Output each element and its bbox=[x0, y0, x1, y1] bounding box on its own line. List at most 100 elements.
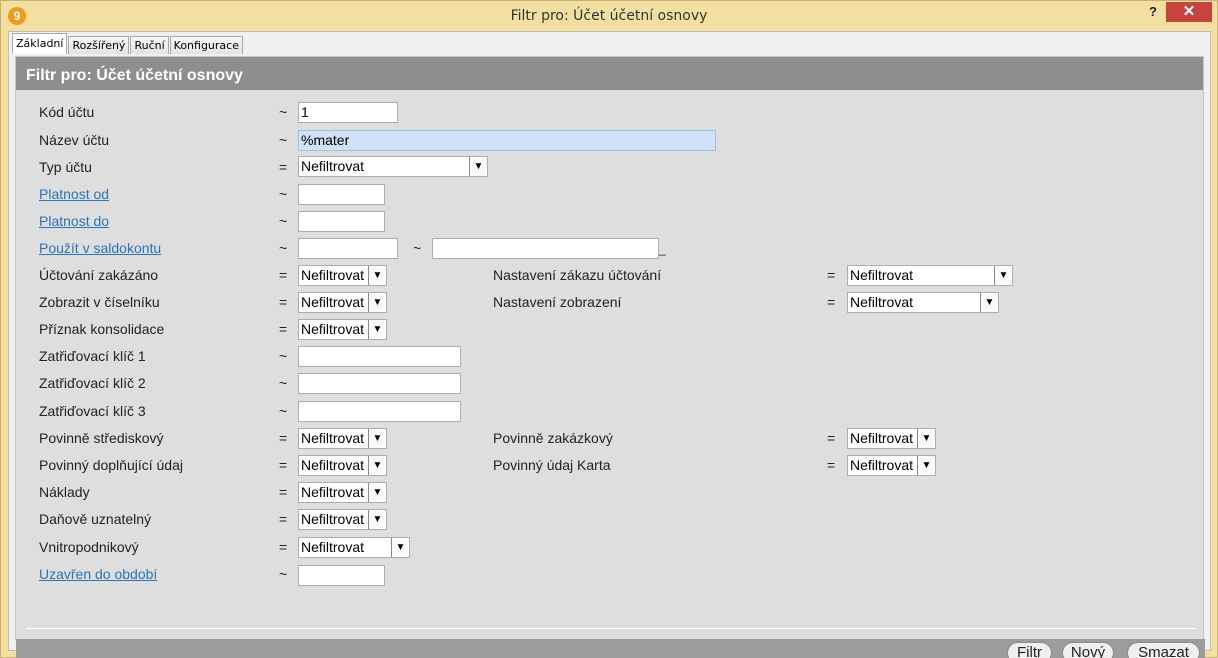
select-typ-uctu-value: Nefiltrovat bbox=[301, 158, 365, 174]
operator-typ-uctu: = bbox=[279, 159, 288, 175]
label-zatridovaci-klic-3: Zatřiďovací klíč 3 bbox=[39, 403, 146, 419]
select-priznak-konsolidace[interactable]: Nefiltrovat bbox=[298, 319, 387, 340]
clear-button[interactable]: Smazat bbox=[1127, 642, 1200, 658]
chevron-down-icon[interactable] bbox=[368, 510, 386, 529]
chevron-down-icon[interactable] bbox=[391, 538, 409, 557]
select-povinny-udaj-karta-value: Nefiltrovat bbox=[850, 457, 914, 473]
label-zobrazit-v-ciselniku: Zobrazit v číselníku bbox=[39, 294, 160, 310]
select-danove-uznatelny-value: Nefiltrovat bbox=[301, 511, 365, 527]
label-nazev-uctu: Název účtu bbox=[39, 132, 110, 148]
title-bar: 9 Filtr pro: Účet účetní osnovy ? ✕ bbox=[1, 1, 1217, 31]
label-povinny-doplnujici-udaj: Povinný doplňující údaj bbox=[39, 457, 183, 473]
label-zatridovaci-klic-2: Zatřiďovací klíč 2 bbox=[39, 375, 146, 391]
operator-povinne-zakazkovy: = bbox=[827, 430, 836, 446]
chevron-down-icon[interactable] bbox=[368, 456, 386, 475]
select-naklady[interactable]: Nefiltrovat bbox=[298, 482, 387, 503]
label-priznak-konsolidace: Příznak konsolidace bbox=[39, 321, 165, 337]
link-pouzit-v-saldokontu[interactable]: Použít v saldokontu bbox=[39, 240, 161, 256]
select-povinne-zakazkovy-value: Nefiltrovat bbox=[850, 430, 914, 446]
link-uzavren-do-obdobi[interactable]: Uzavřen do období bbox=[39, 566, 157, 582]
operator-pouzit-v-saldokontu-2: ~ bbox=[413, 240, 422, 256]
label-povinne-strediskovy: Povinně střediskový bbox=[39, 430, 164, 446]
select-zobrazit-v-ciselniku[interactable]: Nefiltrovat bbox=[298, 292, 387, 313]
label-kod-uctu: Kód účtu bbox=[39, 104, 95, 120]
select-uctovani-zakazano-value: Nefiltrovat bbox=[301, 267, 365, 283]
input-nazev-uctu[interactable]: %mater bbox=[298, 130, 716, 151]
input-zatridovaci-klic-1[interactable] bbox=[298, 346, 461, 367]
lookup-marker[interactable]: _ bbox=[659, 242, 666, 256]
operator-nastaveni-zobrazeni: = bbox=[827, 294, 836, 310]
operator-zatridovaci-klic-2: ~ bbox=[279, 375, 288, 391]
select-povinny-udaj-karta[interactable]: Nefiltrovat bbox=[847, 455, 936, 476]
select-uctovani-zakazano[interactable]: Nefiltrovat bbox=[298, 265, 387, 286]
input-platnost-do[interactable] bbox=[298, 211, 385, 232]
filter-dialog-window: 9 Filtr pro: Účet účetní osnovy ? ✕ Zákl… bbox=[0, 0, 1218, 658]
operator-zobrazit-v-ciselniku: = bbox=[279, 294, 288, 310]
input-kod-uctu[interactable]: 1 bbox=[298, 102, 398, 123]
input-uzavren-do-obdobi[interactable] bbox=[298, 565, 385, 586]
operator-vnitropodnikovy: = bbox=[279, 539, 288, 555]
select-priznak-konsolidace-value: Nefiltrovat bbox=[301, 321, 365, 337]
label-povinne-zakazkovy: Povinně zakázkový bbox=[493, 430, 613, 446]
chevron-down-icon[interactable] bbox=[368, 266, 386, 285]
label-uctovani-zakazano: Účtování zakázáno bbox=[39, 267, 159, 283]
operator-povinny-udaj-karta: = bbox=[827, 457, 836, 473]
select-povinne-zakazkovy[interactable]: Nefiltrovat bbox=[847, 428, 936, 449]
label-vnitropodnikovy: Vnitropodnikový bbox=[39, 539, 139, 555]
select-danove-uznatelny[interactable]: Nefiltrovat bbox=[298, 509, 387, 530]
operator-danove-uznatelny: = bbox=[279, 511, 288, 527]
select-typ-uctu[interactable]: Nefiltrovat bbox=[298, 156, 488, 177]
operator-pouzit-v-saldokontu: ~ bbox=[279, 240, 288, 256]
link-platnost-od[interactable]: Platnost od bbox=[39, 186, 109, 202]
label-typ-uctu: Typ účtu bbox=[39, 159, 92, 175]
tab-bar: Základní Rozšířený Ruční Konfigurace bbox=[12, 33, 244, 54]
dialog-client-area: Základní Rozšířený Ruční Konfigurace Fil… bbox=[8, 31, 1211, 658]
select-vnitropodnikovy[interactable]: Nefiltrovat bbox=[298, 537, 410, 558]
select-nastaveni-zakazu-uctovani-value: Nefiltrovat bbox=[850, 267, 914, 283]
operator-povinny-doplnujici-udaj: = bbox=[279, 457, 288, 473]
chevron-down-icon[interactable] bbox=[917, 456, 935, 475]
chevron-down-icon[interactable] bbox=[368, 320, 386, 339]
divider bbox=[26, 628, 1195, 629]
operator-platnost-do: ~ bbox=[279, 213, 288, 229]
select-povinny-doplnujici-udaj[interactable]: Nefiltrovat bbox=[298, 455, 387, 476]
operator-nazev-uctu: ~ bbox=[279, 132, 288, 148]
input-pouzit-v-saldokontu-to[interactable] bbox=[432, 238, 659, 259]
select-povinne-strediskovy-value: Nefiltrovat bbox=[301, 430, 365, 446]
operator-povinne-strediskovy: = bbox=[279, 430, 288, 446]
tab-rozsireny[interactable]: Rozšířený bbox=[68, 36, 130, 54]
operator-uctovani-zakazano: = bbox=[279, 267, 288, 283]
filter-button[interactable]: Filtr bbox=[1007, 642, 1052, 658]
chevron-down-icon[interactable] bbox=[368, 483, 386, 502]
chevron-down-icon[interactable] bbox=[368, 293, 386, 312]
input-platnost-od[interactable] bbox=[298, 184, 385, 205]
link-platnost-do[interactable]: Platnost do bbox=[39, 213, 109, 229]
label-nastaveni-zobrazeni: Nastavení zobrazení bbox=[493, 294, 622, 310]
input-zatridovaci-klic-3[interactable] bbox=[298, 401, 461, 422]
select-nastaveni-zakazu-uctovani[interactable]: Nefiltrovat bbox=[847, 265, 1013, 286]
label-naklady: Náklady bbox=[39, 484, 90, 500]
chevron-down-icon[interactable] bbox=[469, 157, 487, 176]
select-nastaveni-zobrazeni-value: Nefiltrovat bbox=[850, 294, 914, 310]
tab-zakladni[interactable]: Základní bbox=[12, 33, 68, 54]
chevron-down-icon[interactable] bbox=[368, 429, 386, 448]
input-pouzit-v-saldokontu-from[interactable] bbox=[298, 238, 398, 259]
select-naklady-value: Nefiltrovat bbox=[301, 484, 365, 500]
label-povinny-udaj-karta: Povinný údaj Karta bbox=[493, 457, 611, 473]
close-button[interactable]: ✕ bbox=[1166, 2, 1212, 22]
operator-naklady: = bbox=[279, 484, 288, 500]
chevron-down-icon[interactable] bbox=[917, 429, 935, 448]
tab-konfigurace[interactable]: Konfigurace bbox=[169, 36, 243, 54]
select-vnitropodnikovy-value: Nefiltrovat bbox=[301, 539, 365, 555]
chevron-down-icon[interactable] bbox=[994, 266, 1012, 285]
select-nastaveni-zobrazeni[interactable]: Nefiltrovat bbox=[847, 292, 999, 313]
panel-title: Filtr pro: Účet účetní osnovy bbox=[16, 57, 1203, 90]
new-button[interactable]: Nový bbox=[1062, 642, 1114, 658]
input-zatridovaci-klic-2[interactable] bbox=[298, 373, 461, 394]
tab-rucni[interactable]: Ruční bbox=[130, 36, 169, 54]
select-povinne-strediskovy[interactable]: Nefiltrovat bbox=[298, 428, 387, 449]
help-button[interactable]: ? bbox=[1141, 3, 1165, 21]
operator-kod-uctu: ~ bbox=[279, 104, 288, 120]
operator-uzavren-do-obdobi: ~ bbox=[279, 566, 288, 582]
chevron-down-icon[interactable] bbox=[980, 293, 998, 312]
